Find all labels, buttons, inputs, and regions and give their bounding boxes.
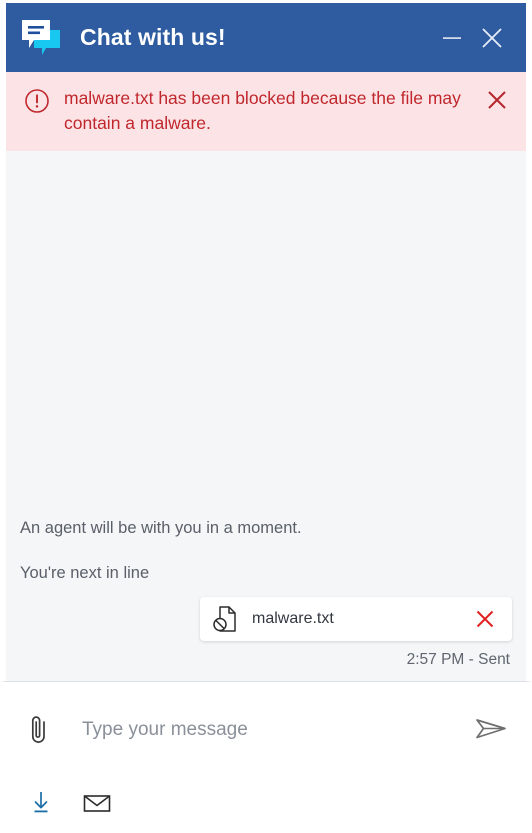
message-meta-row: 2:57 PM - Sent (20, 651, 512, 669)
minimize-button[interactable] (432, 18, 472, 58)
composer-tool-row (6, 777, 526, 829)
chat-window: Chat with us! malware.txt has been block… (0, 0, 532, 833)
window-header: Chat with us! (0, 0, 532, 74)
attachment-card[interactable]: malware.txt (200, 597, 512, 641)
message-status: 2:57 PM - Sent (406, 651, 510, 668)
download-icon[interactable] (24, 787, 58, 819)
close-button[interactable] (472, 18, 512, 58)
message-list: An agent will be with you in a moment. Y… (0, 150, 532, 681)
attachment-remove-icon[interactable] (472, 606, 498, 632)
malware-alert-banner: malware.txt has been blocked because the… (0, 72, 532, 151)
blocked-file-icon (212, 605, 238, 633)
message-input[interactable] (56, 709, 470, 750)
composer-input-row (6, 682, 526, 777)
alert-close-icon[interactable] (480, 88, 514, 118)
paperclip-icon[interactable] (22, 710, 56, 750)
attachment-filename: malware.txt (252, 610, 334, 627)
page-title: Chat with us! (80, 24, 226, 50)
system-message: An agent will be with you in a moment. (20, 518, 302, 537)
alert-message: malware.txt has been blocked because the… (64, 88, 461, 134)
exclamation-circle-icon (24, 88, 50, 114)
message-composer (0, 681, 532, 833)
queue-position-message: You're next in line (20, 563, 150, 582)
send-plane-icon[interactable] (470, 710, 512, 750)
attachment-row: malware.txt (20, 597, 512, 641)
chat-bubbles-icon (20, 18, 64, 58)
envelope-icon[interactable] (80, 787, 114, 819)
